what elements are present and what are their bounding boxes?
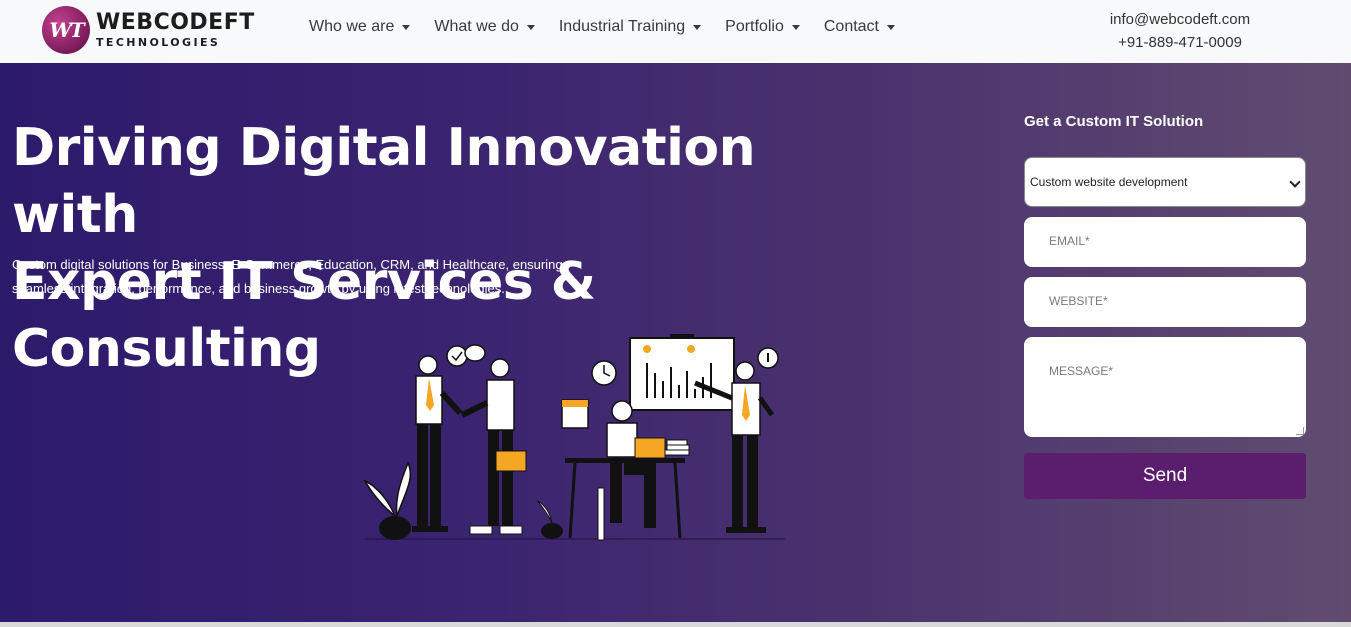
hero-title-line-1: Driving Digital Innovation with bbox=[12, 118, 756, 245]
nav-label: Contact bbox=[823, 18, 879, 35]
person-handshake-right-icon bbox=[460, 358, 527, 535]
nav-contact[interactable]: Contact bbox=[824, 18, 895, 36]
caret-down-icon bbox=[526, 24, 535, 30]
nav-label: Who we are bbox=[309, 18, 395, 35]
logo-wordmark: WEBCODEFT TECHNOLOGIES bbox=[96, 10, 255, 49]
logo-mark-icon: WT bbox=[42, 6, 90, 54]
nav-portfolio[interactable]: Portfolio bbox=[725, 18, 800, 36]
nav-label: Industrial Training bbox=[558, 18, 686, 35]
nav-industrial-training[interactable]: Industrial Training bbox=[558, 18, 702, 36]
caret-down-icon bbox=[693, 24, 702, 30]
plant-icon bbox=[363, 461, 412, 540]
person-laptop-icon bbox=[597, 400, 666, 541]
brand-subname: TECHNOLOGIES bbox=[96, 36, 221, 49]
nav-label: Portfolio bbox=[725, 18, 784, 35]
service-select[interactable]: Custom website development bbox=[1024, 157, 1306, 207]
send-button[interactable]: Send bbox=[1024, 453, 1306, 499]
person-handshake-left-icon bbox=[412, 355, 463, 532]
email-placeholder: EMAIL* bbox=[1049, 234, 1090, 248]
hero-section: Driving Digital Innovation with Expert I… bbox=[0, 63, 1351, 622]
message-placeholder: MESSAGE* bbox=[1049, 364, 1114, 378]
nav-label: What we do bbox=[434, 18, 519, 35]
website-field[interactable]: WEBSITE* bbox=[1024, 277, 1306, 327]
hero-desc-line-1: Custom digital solutions for Business, E… bbox=[12, 257, 563, 272]
hero-desc-line-2: seamless integration, performance, and b… bbox=[12, 281, 505, 296]
service-select-value: Custom website development bbox=[1030, 175, 1188, 189]
header-contact: info@webcodeft.com +91-889-471-0009 bbox=[1090, 8, 1270, 54]
form-title: Get a Custom IT Solution bbox=[1024, 113, 1204, 130]
brand-name: WEBCODEFT bbox=[96, 10, 255, 35]
team-illustration bbox=[363, 334, 785, 541]
caret-down-icon bbox=[791, 24, 800, 30]
logo-mark-text: WT bbox=[49, 18, 84, 42]
caret-down-icon bbox=[887, 24, 895, 30]
send-button-label: Send bbox=[1142, 465, 1188, 486]
nav-who-we-are[interactable]: Who we are bbox=[309, 18, 411, 36]
quote-form: Get a Custom IT Solution Custom website … bbox=[1024, 113, 1306, 499]
contact-email-link[interactable]: info@webcodeft.com bbox=[1090, 8, 1270, 31]
hero-description: Custom digital solutions for Business, E… bbox=[12, 253, 572, 301]
taskbar-strip bbox=[0, 622, 1351, 627]
brand-logo[interactable]: WT WEBCODEFT TECHNOLOGIES bbox=[42, 6, 254, 54]
resize-grip-icon[interactable] bbox=[1296, 427, 1304, 435]
website-placeholder: WEBSITE* bbox=[1049, 294, 1108, 308]
person-presenter-icon bbox=[694, 361, 775, 533]
message-textarea[interactable]: MESSAGE* bbox=[1024, 337, 1306, 437]
caret-down-icon bbox=[402, 24, 411, 30]
main-nav: Who we are What we do Industrial Trainin… bbox=[309, 15, 919, 39]
top-navbar: WT WEBCODEFT TECHNOLOGIES Who we are Wha… bbox=[0, 0, 1351, 63]
contact-phone-link[interactable]: +91-889-471-0009 bbox=[1090, 31, 1270, 54]
email-field[interactable]: EMAIL* bbox=[1024, 217, 1306, 267]
chevron-down-icon bbox=[1289, 176, 1301, 188]
nav-what-we-do[interactable]: What we do bbox=[434, 18, 535, 36]
